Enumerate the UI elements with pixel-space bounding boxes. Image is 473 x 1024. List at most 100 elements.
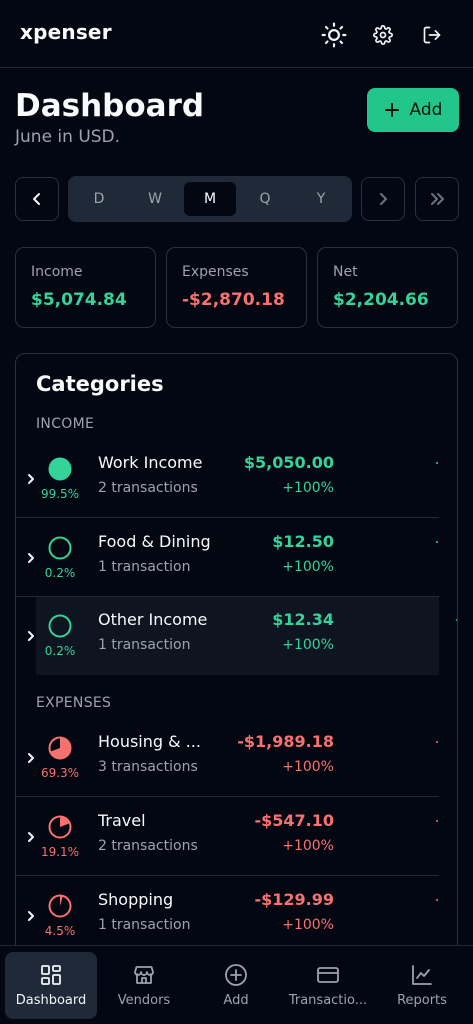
category-amount: -$1,989.18 xyxy=(237,732,334,751)
add-button[interactable]: Add xyxy=(367,88,459,132)
category-transaction-count: 2 transactions xyxy=(98,480,198,496)
net-stat-card: Net $2,204.66 xyxy=(317,247,458,328)
nav-transactions[interactable]: Transactio... xyxy=(282,952,374,1019)
store-icon xyxy=(134,966,154,984)
category-transaction-count: 1 transaction xyxy=(98,637,191,653)
category-share-pie xyxy=(47,814,73,844)
category-share-percent: 99.5% xyxy=(40,487,80,501)
period-quarter[interactable]: Q xyxy=(239,182,291,216)
chevron-left-icon xyxy=(33,193,40,205)
category-name: Housing & ... xyxy=(98,732,201,751)
category-indicator-dot xyxy=(456,619,457,621)
add-button-label: Add xyxy=(409,100,443,120)
logout-icon[interactable] xyxy=(415,18,449,52)
category-share-pie xyxy=(47,456,73,486)
category-row[interactable]: 99.5% Work Income 2 transactions $5,050.00 +… xyxy=(16,440,439,518)
top-bar: xpenser xyxy=(0,0,473,68)
category-indicator-dot xyxy=(436,741,438,743)
category-row[interactable]: 4.5% Shopping 1 transaction -$129.99 +100% xyxy=(16,877,439,955)
income-stat-card: Income $5,074.84 xyxy=(15,247,156,328)
category-change: +100% xyxy=(282,559,334,575)
category-change: +100% xyxy=(282,838,334,854)
nav-transactions-label: Transactio... xyxy=(288,993,368,1008)
category-name: Shopping xyxy=(98,890,174,909)
expenses-stat-label: Expenses xyxy=(182,264,249,280)
category-name: Food & Dining xyxy=(98,532,211,551)
category-row[interactable]: 69.3% Housing & ... 3 transactions -$1,989.… xyxy=(16,719,439,797)
net-stat-label: Net xyxy=(333,264,358,280)
category-transaction-count: 1 transaction xyxy=(98,917,191,933)
period-year[interactable]: Y xyxy=(295,182,347,216)
net-stat-value: $2,204.66 xyxy=(333,290,429,310)
income-stat-value: $5,074.84 xyxy=(31,290,127,310)
category-share-percent: 4.5% xyxy=(44,924,76,938)
category-name: Travel xyxy=(98,811,146,830)
category-indicator-dot xyxy=(436,541,438,543)
income-stat-label: Income xyxy=(31,264,83,280)
expenses-section-label: EXPENSES xyxy=(36,695,112,711)
category-name: Other Income xyxy=(98,610,208,629)
chevron-right-icon[interactable] xyxy=(26,470,36,489)
category-row[interactable]: 19.1% Travel 2 transactions -$547.10 +100% xyxy=(16,798,439,876)
category-amount: -$129.99 xyxy=(254,890,334,909)
category-share-percent: 19.1% xyxy=(40,845,80,859)
nav-reports[interactable]: Reports xyxy=(376,952,468,1019)
chevrons-right-icon xyxy=(431,193,444,205)
category-transaction-count: 2 transactions xyxy=(98,838,198,854)
category-amount: $5,050.00 xyxy=(243,453,334,472)
app-title[interactable]: xpenser xyxy=(20,20,112,44)
plus-circle-icon xyxy=(225,964,247,986)
category-share-pie xyxy=(47,613,73,643)
category-change: +100% xyxy=(282,917,334,933)
income-section-label: INCOME xyxy=(36,416,95,432)
page-subtitle: June in USD. xyxy=(15,127,121,147)
category-indicator-dot xyxy=(436,820,438,822)
category-indicator-dot xyxy=(436,462,438,464)
category-share-percent: 0.2% xyxy=(44,566,76,580)
category-share-pie xyxy=(47,893,73,923)
category-transaction-count: 1 transaction xyxy=(98,559,191,575)
gear-icon[interactable] xyxy=(366,18,400,52)
expenses-stat-card: Expenses -$2,870.18 xyxy=(166,247,307,328)
categories-title: Categories xyxy=(36,372,164,396)
nav-vendors-label: Vendors xyxy=(117,993,171,1008)
expenses-stat-value: -$2,870.18 xyxy=(182,290,285,310)
bottom-nav: Dashboard Vendors Add Transactio... Repo… xyxy=(0,945,473,1024)
category-change: +100% xyxy=(282,637,334,653)
chevron-right-icon[interactable] xyxy=(26,749,36,768)
category-name: Work Income xyxy=(98,453,203,472)
category-transaction-count: 3 transactions xyxy=(98,759,198,775)
nav-dashboard[interactable]: Dashboard xyxy=(5,952,97,1019)
chevron-right-icon[interactable] xyxy=(26,828,36,847)
category-share-percent: 0.2% xyxy=(44,644,76,658)
period-day[interactable]: D xyxy=(73,182,125,216)
chevron-right-icon[interactable] xyxy=(26,627,36,646)
plus-icon xyxy=(384,103,399,117)
chevron-right-icon[interactable] xyxy=(26,549,36,568)
category-indicator-dot xyxy=(436,899,438,901)
sun-icon[interactable] xyxy=(317,18,351,52)
category-amount: $12.34 xyxy=(272,610,334,629)
category-change: +100% xyxy=(282,480,334,496)
category-amount: $12.50 xyxy=(272,532,334,551)
category-change: +100% xyxy=(282,759,334,775)
nav-vendors[interactable]: Vendors xyxy=(98,952,190,1019)
category-share-pie xyxy=(47,735,73,765)
card-icon xyxy=(317,967,339,983)
current-period-button[interactable] xyxy=(415,177,459,221)
category-row[interactable]: 0.2% Other Income 1 transaction $12.34 +100% xyxy=(28,597,457,675)
category-share-percent: 69.3% xyxy=(40,766,80,780)
category-amount: -$547.10 xyxy=(254,811,334,830)
next-period-button[interactable] xyxy=(361,177,405,221)
previous-period-button[interactable] xyxy=(15,177,59,221)
period-week[interactable]: W xyxy=(129,182,181,216)
chevron-right-icon xyxy=(380,193,387,205)
nav-add-label: Add xyxy=(223,993,249,1008)
nav-reports-label: Reports xyxy=(397,993,447,1008)
chevron-right-icon[interactable] xyxy=(26,907,36,926)
period-selector: D W M Q Y xyxy=(68,176,352,222)
categories-card: Categories INCOME 99.5% Work Income 2 tran… xyxy=(15,353,458,993)
nav-add[interactable]: Add xyxy=(190,952,282,1019)
category-row[interactable]: 0.2% Food & Dining 1 transaction $12.50 +100… xyxy=(16,519,439,597)
period-month[interactable]: M xyxy=(184,182,236,216)
